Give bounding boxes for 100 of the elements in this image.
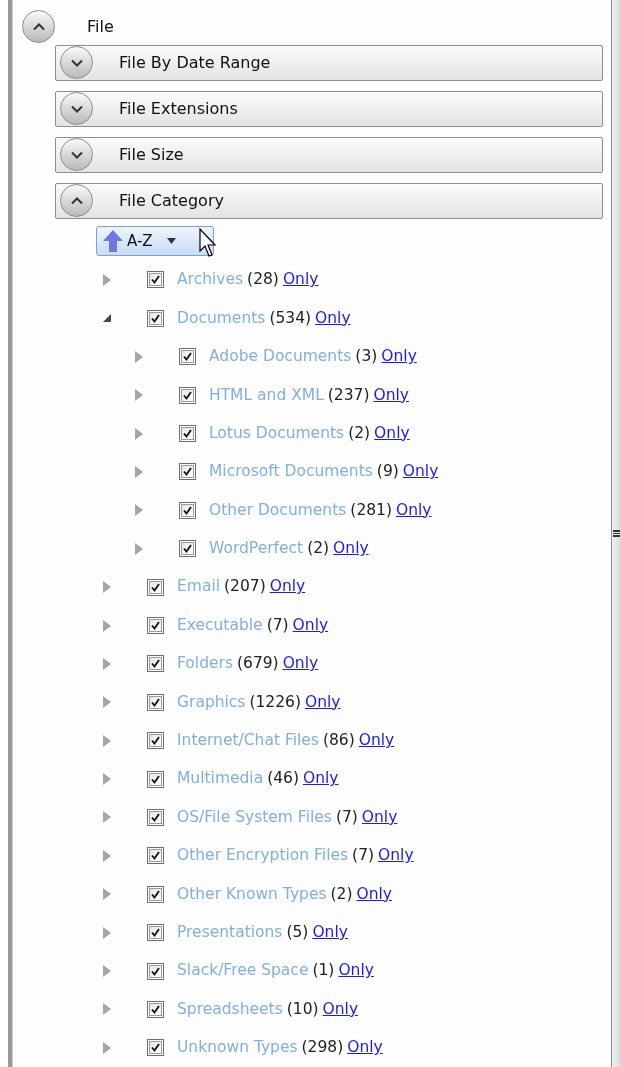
- chevron-icon: [70, 104, 83, 113]
- check-icon: [183, 352, 192, 362]
- check-icon: [151, 275, 160, 285]
- check-icon: [183, 429, 192, 439]
- check-icon: [183, 390, 192, 400]
- checkbox[interactable]: [147, 271, 164, 289]
- only-link[interactable]: Only: [356, 882, 392, 906]
- check-icon: [151, 1004, 160, 1014]
- only-link[interactable]: Only: [358, 729, 395, 753]
- item-count: (7): [335, 806, 358, 828]
- only-link[interactable]: Only: [333, 537, 369, 561]
- checkbox[interactable]: [147, 1039, 164, 1057]
- only-link[interactable]: Only: [312, 921, 348, 945]
- checkbox[interactable]: [147, 578, 164, 596]
- checkbox[interactable]: [147, 655, 164, 673]
- item-count: (5): [286, 922, 309, 943]
- check-icon: [151, 851, 160, 861]
- item-count: (9): [376, 461, 399, 483]
- item-count: (7): [266, 614, 289, 636]
- check-icon: [151, 697, 160, 707]
- checkbox[interactable]: [179, 463, 196, 481]
- item-count: (298): [301, 1037, 344, 1059]
- only-link[interactable]: Only: [374, 421, 410, 446]
- section-title: File Category: [119, 189, 224, 212]
- checkbox[interactable]: [179, 501, 196, 519]
- item-count: (10): [286, 998, 319, 1020]
- item-count: (237): [327, 384, 370, 406]
- expand-button[interactable]: [60, 46, 93, 80]
- section-title: File Extensions: [119, 97, 238, 120]
- check-icon: [151, 812, 160, 822]
- check-icon: [151, 889, 160, 899]
- only-link[interactable]: Only: [292, 613, 329, 638]
- only-link[interactable]: Only: [361, 805, 398, 830]
- splitter-handle[interactable]: [612, 0, 621, 1067]
- checkbox[interactable]: [179, 386, 196, 404]
- item-count: (28): [247, 269, 279, 291]
- only-link[interactable]: Only: [282, 268, 319, 292]
- checkbox[interactable]: [147, 847, 164, 865]
- only-link[interactable]: Only: [303, 767, 339, 791]
- item-count: (534): [269, 307, 312, 329]
- checkbox[interactable]: [179, 348, 196, 366]
- checkbox[interactable]: [147, 885, 164, 903]
- item-count: (207): [224, 576, 266, 598]
- checkbox[interactable]: [147, 770, 164, 788]
- expand-button[interactable]: [60, 138, 93, 172]
- check-icon: [183, 467, 192, 477]
- only-link[interactable]: Only: [305, 690, 341, 714]
- item-count: (3): [355, 346, 378, 368]
- checkbox[interactable]: [179, 425, 196, 443]
- section-header[interactable]: File Extensions: [55, 90, 603, 127]
- section-header[interactable]: File Size: [55, 136, 603, 173]
- checkbox[interactable]: [147, 962, 164, 980]
- checkbox[interactable]: [179, 540, 196, 558]
- only-link[interactable]: Only: [402, 460, 439, 484]
- checkbox[interactable]: [147, 693, 164, 711]
- item-count: (679): [237, 653, 279, 675]
- only-link[interactable]: Only: [347, 1036, 383, 1060]
- check-icon: [183, 544, 192, 554]
- only-link[interactable]: Only: [269, 575, 306, 599]
- expand-button[interactable]: [60, 184, 93, 218]
- checkbox[interactable]: [147, 1000, 164, 1018]
- item-count: (281): [350, 499, 392, 521]
- checkbox[interactable]: [147, 309, 164, 327]
- checkbox[interactable]: [147, 732, 164, 750]
- check-icon: [151, 774, 160, 784]
- chevron-icon: [70, 196, 83, 205]
- check-icon: [151, 313, 160, 323]
- checkbox[interactable]: [147, 808, 164, 826]
- checkbox[interactable]: [147, 924, 164, 942]
- only-link[interactable]: Only: [373, 383, 409, 407]
- item-count: (46): [267, 768, 299, 790]
- item-count: (2): [330, 883, 353, 905]
- check-icon: [151, 736, 160, 746]
- check-icon: [151, 582, 160, 592]
- panel-title: File: [87, 15, 114, 38]
- expand-button[interactable]: [60, 92, 93, 126]
- only-link[interactable]: Only: [338, 959, 374, 983]
- item-count: (2): [307, 538, 330, 560]
- caret-icon: [166, 237, 176, 244]
- only-link[interactable]: Only: [282, 652, 319, 676]
- check-icon: [151, 1043, 160, 1053]
- up-arrow-icon: [102, 228, 124, 253]
- item-count: (86): [322, 730, 355, 752]
- chevron-icon: [32, 22, 45, 31]
- only-link[interactable]: Only: [396, 498, 432, 522]
- checkbox[interactable]: [147, 617, 164, 634]
- only-link[interactable]: Only: [315, 306, 351, 330]
- expand-button[interactable]: [22, 10, 55, 44]
- section-title: File Size: [119, 143, 184, 166]
- section-header[interactable]: File Category: [55, 182, 603, 219]
- only-link[interactable]: Only: [322, 997, 359, 1022]
- item-count: (7): [352, 845, 375, 867]
- check-icon: [151, 928, 160, 938]
- check-icon: [151, 966, 160, 976]
- cursor-icon: [199, 227, 219, 258]
- section-header[interactable]: File By Date Range: [55, 44, 603, 81]
- item-count: (1226): [249, 691, 301, 713]
- only-link[interactable]: Only: [378, 844, 414, 868]
- only-link[interactable]: Only: [381, 345, 417, 369]
- section-title: File By Date Range: [119, 51, 271, 74]
